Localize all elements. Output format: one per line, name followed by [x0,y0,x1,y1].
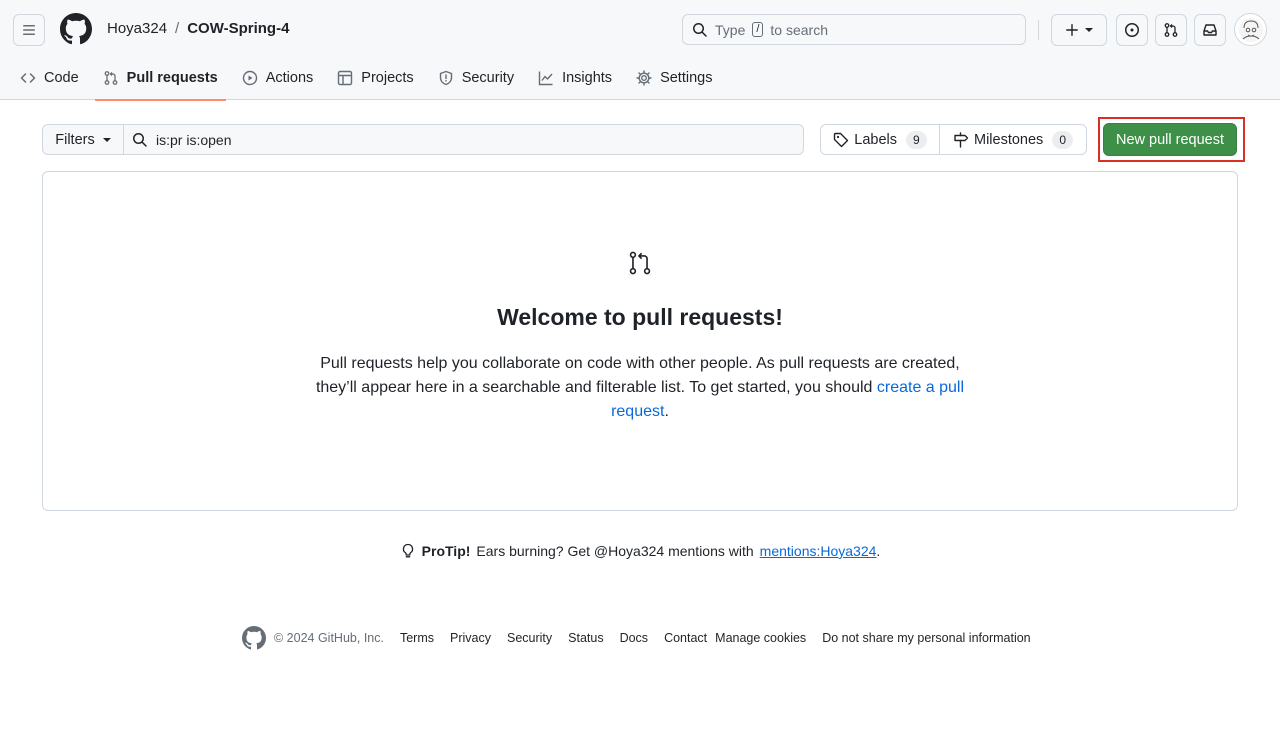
footer-link-security[interactable]: Security [507,631,552,645]
milestones-count-badge: 0 [1052,130,1073,149]
blankslate-text: Pull requests help you collaborate on co… [315,355,960,396]
tab-label: Actions [265,70,314,86]
tab-label: Code [44,70,79,86]
breadcrumb: Hoya324 / COW-Spring-4 [107,20,289,37]
new-pull-request-button[interactable]: New pull request [1103,123,1237,156]
graph-icon [538,71,553,86]
user-avatar-icon [1238,17,1263,42]
avatar[interactable] [1234,13,1267,46]
tab-label: Projects [361,70,414,86]
search-suffix: to search [770,21,829,38]
blankslate-title: Welcome to pull requests! [497,304,783,330]
footer-link-do-not-share[interactable]: Do not share my personal information [822,631,1030,645]
tab-label: Insights [562,70,613,86]
code-icon [20,73,36,83]
hamburger-icon [23,25,35,35]
footer-link-terms[interactable]: Terms [400,631,434,645]
breadcrumb-separator: / [175,20,180,37]
issues-button[interactable] [1116,14,1148,46]
repo-nav-tabs: Code Pull requests Actions Projects Secu… [20,56,712,101]
footer-link-privacy[interactable]: Privacy [450,631,491,645]
search-prefix: Type [715,21,746,38]
tab-pull-requests[interactable]: Pull requests [94,56,226,101]
blankslate-end: . [664,403,669,420]
milestones-label: Milestones [974,131,1044,148]
search-shortcut-key: / [752,22,764,37]
filter-search-input[interactable]: is:pr is:open [124,125,803,154]
filters-label: Filters [55,131,95,148]
labels-count-badge: 9 [906,130,927,149]
chevron-down-icon [102,137,111,142]
labels-button[interactable]: Labels 9 [821,125,940,154]
footer-link-manage-cookies[interactable]: Manage cookies [715,631,806,645]
create-new-button[interactable] [1051,14,1107,46]
inbox-icon [1203,24,1217,36]
tab-label: Pull requests [126,70,218,86]
plus-icon [1066,24,1078,36]
git-pull-request-icon [104,71,118,85]
header-divider [1038,20,1039,40]
search-icon [693,22,707,37]
search-icon [133,132,147,147]
tag-icon [834,132,849,147]
labels-label: Labels [854,131,898,148]
tab-insights[interactable]: Insights [538,56,612,100]
protip-text: Ears burning? Get @Hoya324 mentions with [476,543,754,559]
footer-link-docs[interactable]: Docs [620,631,648,645]
gear-icon [636,70,652,86]
milestones-button[interactable]: Milestones 0 [940,125,1086,154]
labels-milestones-group: Labels 9 Milestones 0 [820,124,1087,155]
play-icon [242,70,257,86]
issue-opened-icon [1125,23,1139,37]
page-footer: © 2024 GitHub, Inc. Terms Privacy Securi… [242,626,1031,650]
footer-link-status[interactable]: Status [568,631,603,645]
protip-end: . [876,543,881,559]
table-icon [338,70,353,86]
blankslate-description: Pull requests help you collaborate on co… [305,352,975,424]
pull-requests-button[interactable] [1155,14,1187,46]
light-bulb-icon [402,543,413,558]
filter-query-text: is:pr is:open [156,131,232,148]
blankslate-box [42,171,1238,511]
inbox-button[interactable] [1194,14,1226,46]
git-pull-request-icon [1164,23,1178,37]
tab-security[interactable]: Security [438,56,514,100]
git-pull-request-icon [629,251,651,275]
shield-icon [439,70,452,86]
chevron-down-icon [1085,28,1093,32]
app-header: Hoya324 / COW-Spring-4 Type / to search … [0,0,1280,101]
tab-actions[interactable]: Actions [242,56,314,100]
tab-label: Settings [660,70,713,86]
menu-button[interactable] [13,14,45,46]
footer-copyright: © 2024 GitHub, Inc. [274,631,384,645]
protip: ProTip! Ears burning? Get @Hoya324 menti… [0,543,1280,559]
tab-code[interactable]: Code [20,56,79,100]
owner-link[interactable]: Hoya324 [107,20,167,37]
repo-link[interactable]: COW-Spring-4 [187,20,289,37]
github-logo-icon[interactable] [60,13,92,45]
tab-projects[interactable]: Projects [337,56,414,100]
tab-settings[interactable]: Settings [636,56,712,100]
mentions-link[interactable]: mentions:Hoya324 [760,543,877,559]
global-search-input[interactable]: Type / to search [682,14,1026,45]
github-logo-icon[interactable] [242,626,266,650]
tab-label: Security [461,70,515,86]
footer-link-contact[interactable]: Contact [664,631,707,645]
filter-bar: Filters is:pr is:open [42,124,804,155]
milestone-icon [954,131,969,148]
filters-dropdown-button[interactable]: Filters [43,125,124,154]
protip-label: ProTip! [421,543,471,559]
